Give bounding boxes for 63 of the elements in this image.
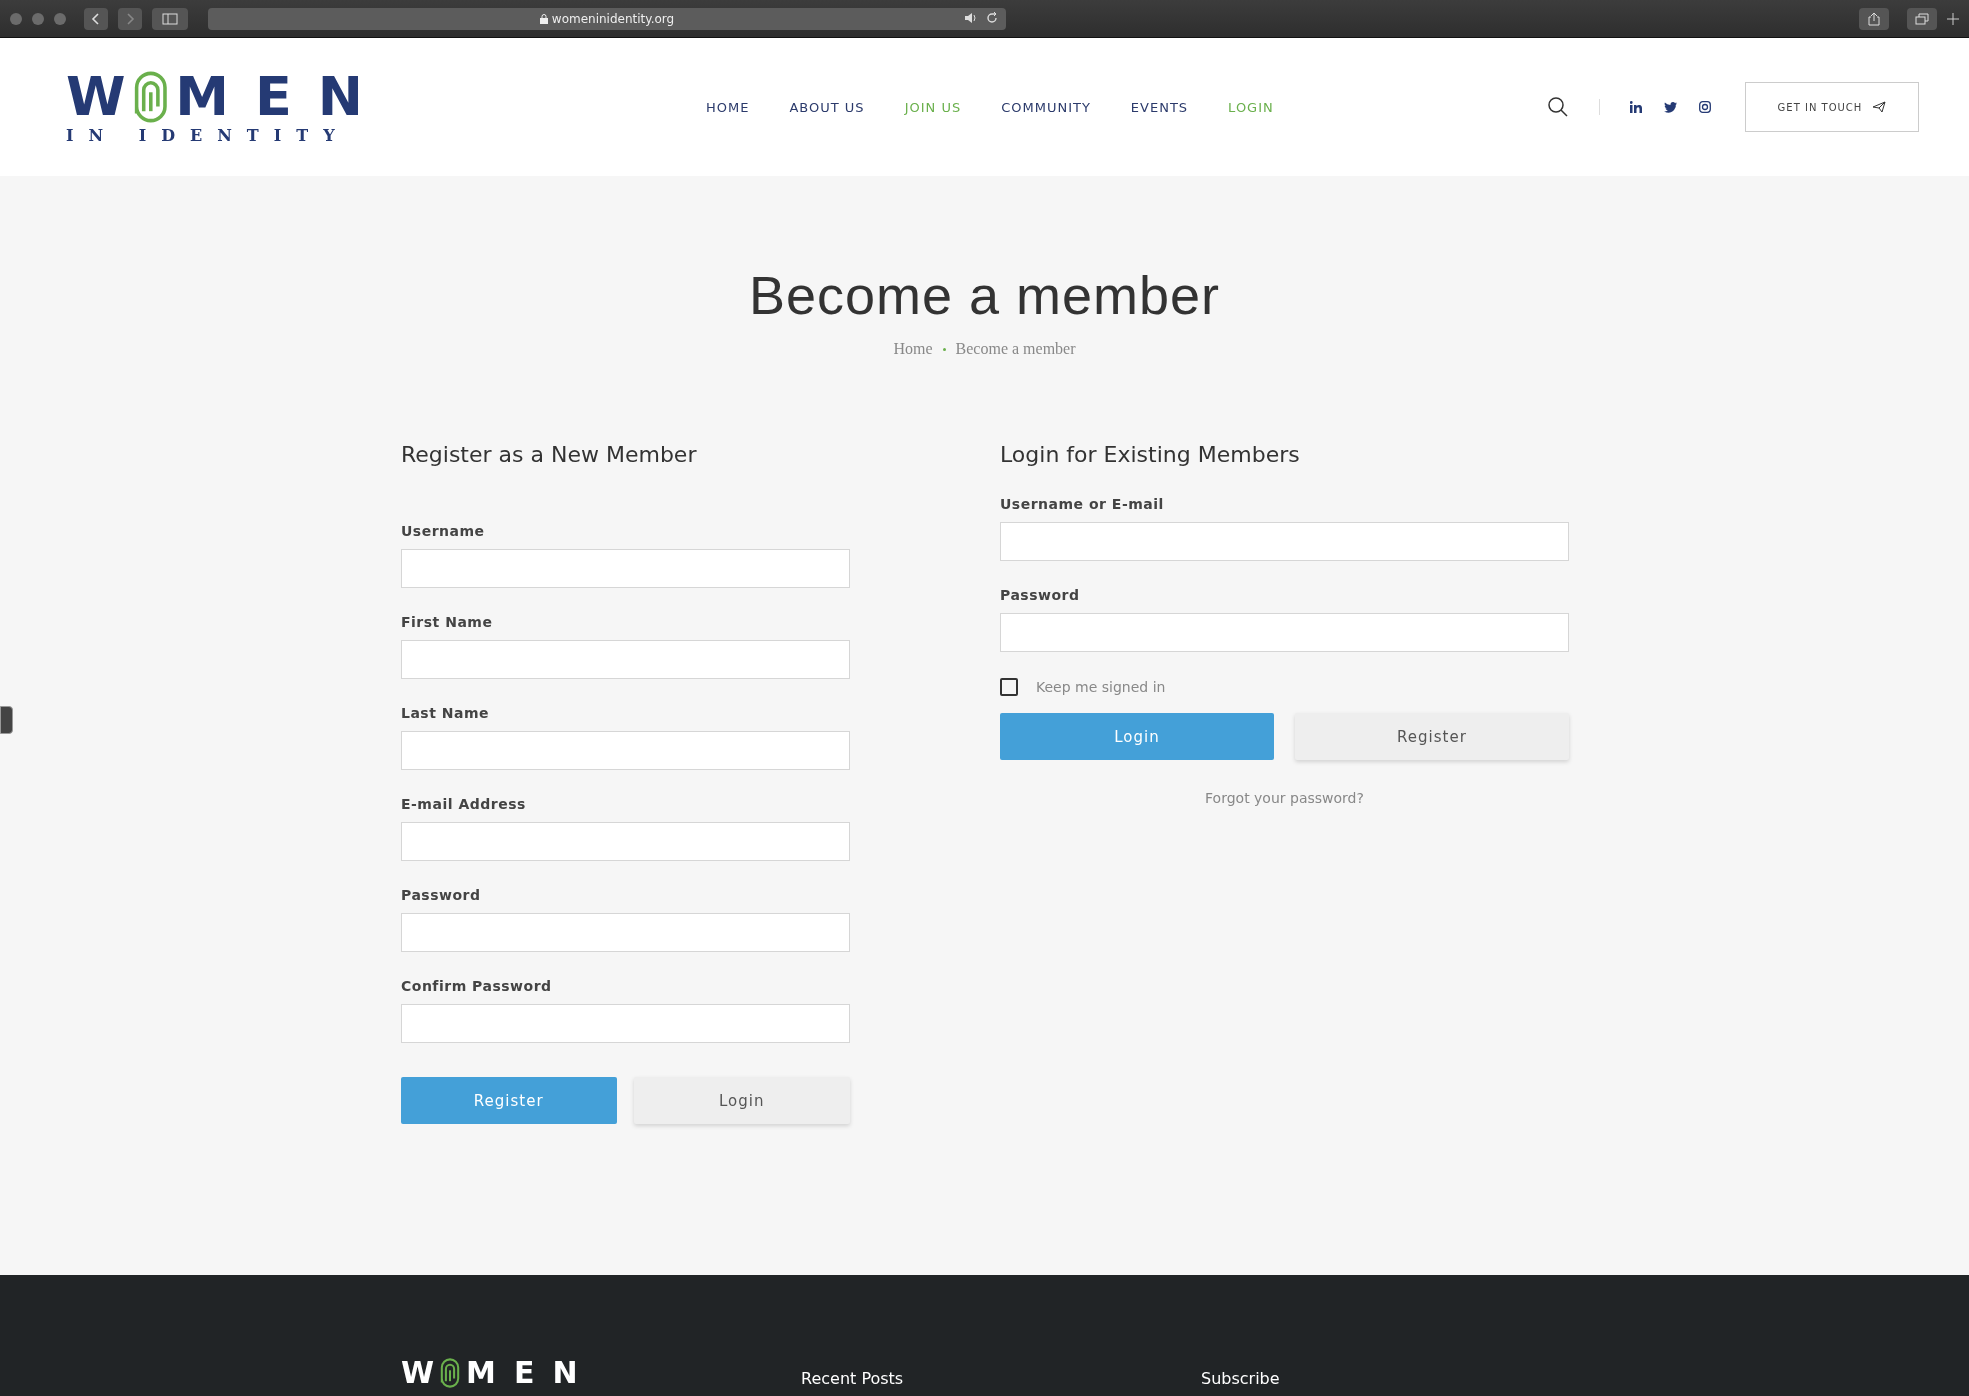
twitter-icon[interactable]: [1664, 101, 1677, 113]
input-field[interactable]: [1000, 522, 1569, 561]
nav-link[interactable]: EVENTS: [1130, 99, 1189, 115]
sidebar-icon: [162, 12, 178, 25]
linkedin-icon[interactable]: [1630, 101, 1642, 113]
register-button[interactable]: Register: [1295, 713, 1569, 760]
logo-tagline: IN IDENTITY: [66, 125, 351, 145]
field-label: E-mail Address: [401, 796, 527, 812]
field-label: First Name: [401, 614, 494, 630]
input-field[interactable]: [401, 640, 850, 679]
footer-logo-text: W: [401, 1358, 435, 1388]
new-tab-icon[interactable]: [1947, 12, 1959, 25]
checkbox-label: Keep me signed in: [1036, 679, 1166, 695]
section-heading: Login for Existing Members: [1000, 442, 1301, 467]
address-bar[interactable]: womeninidentity.org: [208, 7, 1006, 30]
field-label: Last Name: [401, 705, 490, 721]
forgot-password-link[interactable]: Forgot your password?: [1205, 790, 1364, 806]
footer-heading: Subscribe: [1201, 1369, 1281, 1388]
get-in-touch-button[interactable]: GET IN TOUCH: [1745, 82, 1919, 132]
input-field[interactable]: [401, 913, 850, 952]
chevron-right-icon: [125, 12, 135, 25]
search-icon[interactable]: [1547, 96, 1569, 118]
reload-icon[interactable]: [986, 11, 998, 24]
window-minimize-dot[interactable]: [32, 12, 44, 25]
speaker-icon[interactable]: [964, 11, 978, 24]
input-field[interactable]: [1000, 613, 1569, 652]
login-button[interactable]: Login: [633, 1077, 850, 1124]
share-button[interactable]: [1859, 7, 1889, 30]
forward-button[interactable]: [118, 7, 142, 30]
field-label: Username: [401, 523, 486, 539]
breadcrumb-separator: [942, 347, 946, 351]
field-label: Password: [401, 887, 482, 903]
footer-heading: Recent Posts: [801, 1369, 905, 1388]
input-field[interactable]: [401, 822, 850, 861]
window-close-dot[interactable]: [10, 12, 22, 25]
sidebar-button[interactable]: [152, 7, 188, 30]
tabs-icon: [1915, 12, 1929, 25]
nav-link[interactable]: COMMUNITY: [1001, 99, 1091, 115]
field-label: Username or E-mail: [1000, 496, 1165, 512]
field-label: Password: [1000, 587, 1081, 603]
nav-link[interactable]: HOME: [706, 99, 750, 115]
back-button[interactable]: [84, 7, 108, 30]
field-label: Confirm Password: [401, 978, 553, 994]
breadcrumb-link[interactable]: Home: [893, 340, 933, 358]
chevron-left-icon: [91, 12, 101, 25]
window-zoom-dot[interactable]: [54, 12, 66, 25]
logo-text: W: [66, 69, 126, 124]
side-handle[interactable]: [0, 706, 13, 734]
nav-link[interactable]: ABOUT US: [789, 99, 865, 115]
paper-plane-icon: [1872, 101, 1887, 113]
share-icon: [1868, 11, 1880, 26]
checkbox[interactable]: [1000, 678, 1018, 696]
lock-icon: [539, 13, 548, 24]
page-title: Become a member: [748, 264, 1221, 326]
input-field[interactable]: [401, 549, 850, 588]
tabs-button[interactable]: [1907, 7, 1937, 30]
logo-text: MEN: [175, 69, 389, 124]
section-heading: Register as a New Member: [401, 442, 698, 467]
instagram-icon[interactable]: [1699, 101, 1711, 113]
input-field[interactable]: [401, 1004, 850, 1043]
footer-logo-text: MEN: [466, 1358, 596, 1388]
input-field[interactable]: [401, 731, 850, 770]
breadcrumb-current: Become a member: [955, 340, 1076, 358]
